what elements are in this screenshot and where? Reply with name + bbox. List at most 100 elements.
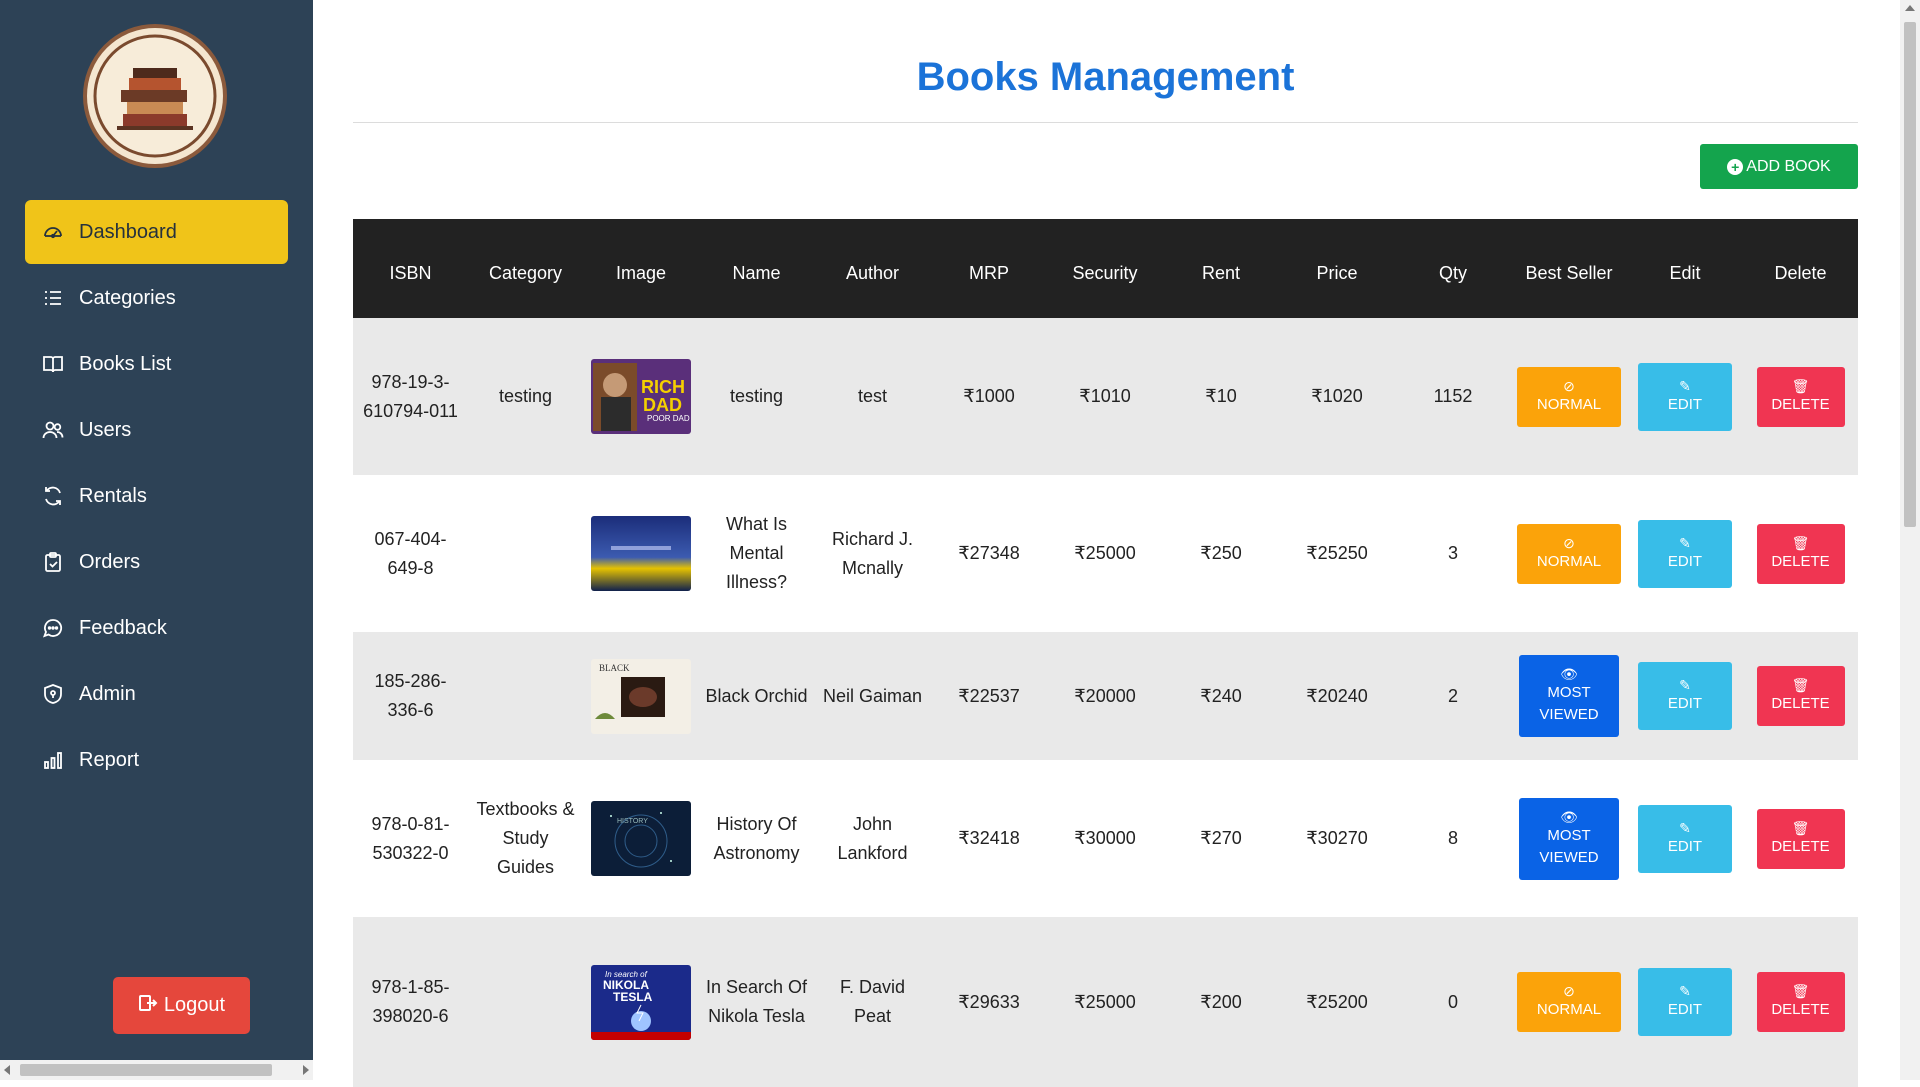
delete-button-cell: 🗑 DELETE <box>1743 760 1858 917</box>
edit-button[interactable]: ✎ EDIT <box>1638 968 1732 1036</box>
security-cell-value: ₹20000 <box>1074 685 1136 706</box>
category-cell <box>468 632 583 760</box>
sidebar-item-users[interactable]: Users <box>25 398 288 462</box>
best-seller-button-label: NORMAL <box>1536 552 1602 570</box>
sidebar-item-admin[interactable]: Admin <box>25 662 288 726</box>
image-cell <box>583 475 699 632</box>
price-cell: ₹25250 <box>1279 475 1395 632</box>
security-cell-value: ₹1010 <box>1079 386 1131 406</box>
category-cell-value: testing <box>498 386 553 406</box>
qty-cell-value: 3 <box>1447 543 1458 563</box>
name-cell-value: What Is Mental Illness? <box>725 514 788 592</box>
delete-button[interactable]: 🗑 DELETE <box>1756 666 1845 726</box>
delete-button[interactable]: 🗑 DELETE <box>1756 972 1845 1032</box>
column-header-mrp: MRP <box>969 263 1009 283</box>
category-cell-value: Textbooks & Study Guides <box>476 799 575 877</box>
vertical-scrollbar[interactable] <box>1900 0 1920 1080</box>
best-seller-button[interactable]: ⊘ NORMAL <box>1517 523 1621 584</box>
column-header-name: Name <box>732 263 781 283</box>
best-seller-button-label: NORMAL <box>1536 395 1602 413</box>
eye-slash-icon: ⊘ <box>1563 534 1575 551</box>
edit-button[interactable]: ✎ EDIT <box>1638 362 1732 431</box>
horizontal-scrollbar[interactable] <box>0 1060 313 1080</box>
edit-button-cell: ✎ EDIT <box>1627 475 1743 632</box>
best-seller-button-cell: ⊘ NORMAL <box>1511 318 1627 475</box>
name-cell: What Is Mental Illness? <box>699 475 814 632</box>
name-cell: In Search Of Nikola Tesla <box>699 917 814 1087</box>
logout-icon <box>138 993 158 1019</box>
scroll-up-icon[interactable] <box>1905 5 1915 11</box>
rent-cell: ₹10 <box>1163 318 1279 475</box>
scroll-left-icon[interactable] <box>4 1065 10 1075</box>
best-seller-button[interactable]: 👁 MOST VIEWED <box>1519 655 1619 737</box>
name-cell: History Of Astronomy <box>699 760 814 917</box>
scroll-right-icon[interactable] <box>303 1065 309 1075</box>
author-cell: test <box>814 318 931 475</box>
qty-cell-value: 8 <box>1447 828 1458 848</box>
mrp-cell-value: ₹29633 <box>958 991 1020 1012</box>
sidebar-item-categories[interactable]: Categories <box>25 266 288 330</box>
add-book-button[interactable]: + ADD BOOK <box>1700 144 1858 189</box>
eye-slash-icon: ⊘ <box>1563 983 1575 999</box>
name-cell-value: testing <box>729 386 784 406</box>
best-seller-button-label: MOST VIEWED <box>1539 684 1599 723</box>
image-cell: BLACK <box>583 632 699 760</box>
table-row: 978-0-81-530322-0 Textbooks & Study Guide… <box>353 760 1858 917</box>
page-title: Books Management <box>916 55 1295 99</box>
best-seller-button[interactable]: 👁 MOST VIEWED <box>1519 797 1619 880</box>
column-header-image: Image <box>615 263 667 283</box>
mrp-cell-value: ₹1000 <box>963 386 1015 406</box>
table-row: 978-19-3-610794-011 testing RICH DAD POOR DA… <box>353 318 1858 475</box>
edit-button[interactable]: ✎ EDIT <box>1638 662 1732 730</box>
security-cell: ₹20000 <box>1047 632 1163 760</box>
name-cell-value: Black Orchid <box>705 685 808 706</box>
books-table: ISBN Category Image Name Author MRP Security Re… <box>353 219 1858 1087</box>
column-header-isbn: ISBN <box>389 263 432 283</box>
vertical-scroll-thumb[interactable] <box>1904 22 1916 527</box>
sidebar-item-label: Categories <box>79 286 176 309</box>
delete-button-label: DELETE <box>1771 837 1830 855</box>
qty-cell-value: 0 <box>1447 991 1458 1012</box>
logout-button[interactable]: Logout <box>113 977 250 1034</box>
delete-button-label: DELETE <box>1771 695 1830 712</box>
eye-slash-icon: ⊘ <box>1563 377 1575 394</box>
best-seller-button-cell: 👁 MOST VIEWED <box>1511 760 1627 917</box>
delete-button[interactable]: 🗑 DELETE <box>1756 808 1845 869</box>
best-seller-button[interactable]: ⊘ NORMAL <box>1517 366 1621 427</box>
sidebar-item-label: Admin <box>79 682 136 705</box>
sidebar-item-label: Report <box>79 748 140 771</box>
price-cell-value: ₹25200 <box>1306 991 1368 1012</box>
trash-icon: 🗑 <box>1791 677 1810 693</box>
edit-icon: ✎ <box>1679 534 1691 551</box>
rent-cell: ₹240 <box>1163 632 1279 760</box>
best-seller-button[interactable]: ⊘ NORMAL <box>1517 972 1621 1032</box>
sidebar-item-books-list[interactable]: Books List <box>25 332 288 396</box>
column-header-author: Author <box>845 263 900 283</box>
edit-button[interactable]: ✎ EDIT <box>1638 804 1732 873</box>
delete-button[interactable]: 🗑 DELETE <box>1756 366 1845 427</box>
delete-button-cell: 🗑 DELETE <box>1743 475 1858 632</box>
rent-cell: ₹200 <box>1163 917 1279 1087</box>
qty-cell-value: 1152 <box>1433 386 1473 406</box>
sidebar-item-orders[interactable]: Orders <box>25 530 288 594</box>
edit-button-label: EDIT <box>1667 837 1703 855</box>
best-seller-button-label: MOST VIEWED <box>1539 826 1599 866</box>
security-cell: ₹25000 <box>1047 917 1163 1087</box>
isbn-cell-value: 067-404-649-8 <box>374 528 447 578</box>
sidebar-item-rentals[interactable]: Rentals <box>25 464 288 528</box>
delete-button-cell: 🗑 DELETE <box>1743 632 1858 760</box>
delete-button[interactable]: 🗑 DELETE <box>1756 523 1845 584</box>
sidebar-item-dashboard[interactable]: Dashboard <box>25 200 288 264</box>
sidebar-item-label: Books List <box>79 352 172 375</box>
horizontal-scroll-thumb[interactable] <box>20 1064 272 1076</box>
sidebar-item-report[interactable]: Report <box>25 728 288 792</box>
edit-button[interactable]: ✎ EDIT <box>1638 519 1732 588</box>
sidebar-item-label: Feedback <box>79 616 167 639</box>
security-cell-value: ₹25000 <box>1074 543 1136 563</box>
sidebar-item-feedback[interactable]: Feedback <box>25 596 288 660</box>
author-cell: Richard J. Mcnally <box>814 475 931 632</box>
author-cell-value: F. David Peat <box>839 977 906 1026</box>
best-seller-button-label: NORMAL <box>1536 1001 1602 1018</box>
column-header-qty: Qty <box>1438 263 1467 283</box>
column-header-category: Category <box>488 263 563 283</box>
